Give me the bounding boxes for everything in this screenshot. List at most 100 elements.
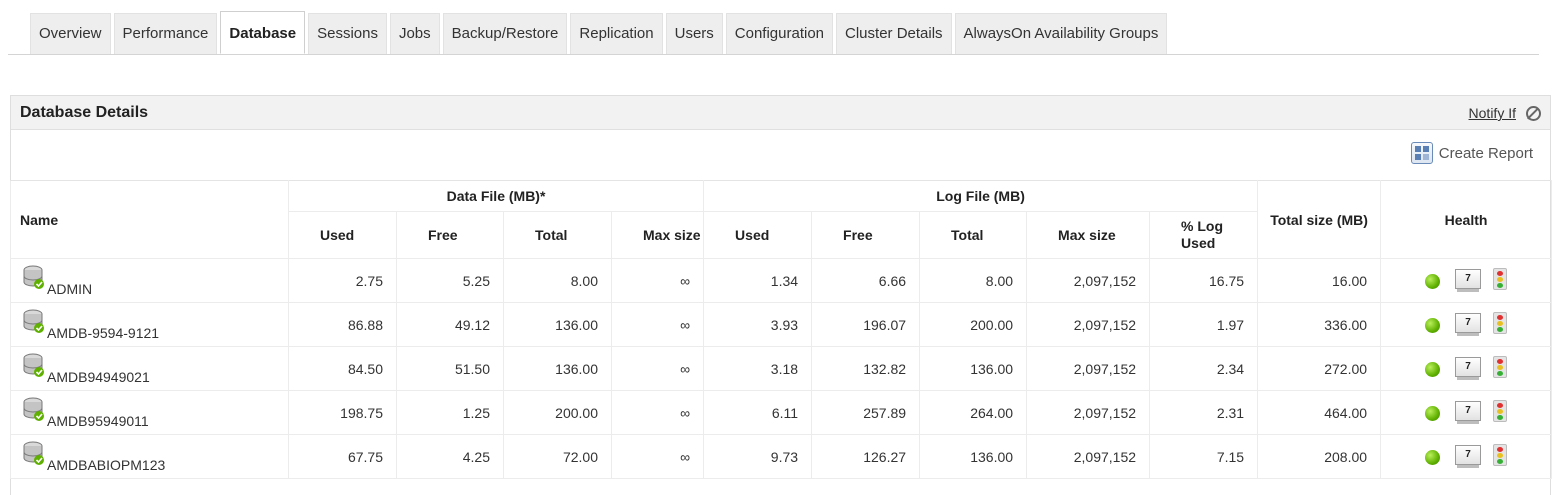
table-row[interactable]: AMDB95949011 198.75 1.25 200.00 ∞ 6.11 257.89 2…	[10, 390, 1553, 435]
health-cell: 7	[1380, 302, 1553, 347]
traffic-light-icon[interactable]	[1493, 444, 1508, 466]
cell-l-total: 136.00	[919, 434, 1028, 479]
block-icon[interactable]	[1526, 106, 1541, 121]
cell-l-total: 200.00	[919, 302, 1028, 347]
cell-d-used: 67.75	[288, 434, 397, 479]
table-row[interactable]: AMDB94949021 84.50 51.50 136.00 ∞ 3.18 132.82 1…	[10, 346, 1553, 391]
column-header-log-total[interactable]: Total	[919, 211, 1028, 259]
tab-database[interactable]: Database	[220, 11, 306, 54]
notify-if-link[interactable]: Notify If	[1469, 105, 1516, 121]
column-header-data-max-size[interactable]: Max size	[610, 211, 705, 259]
report-icon	[1410, 142, 1433, 164]
column-header-data-used[interactable]: Used	[288, 211, 397, 259]
column-header-total-size[interactable]: Total size (MB)	[1257, 180, 1382, 259]
health-status-icon	[1425, 362, 1441, 377]
cell-l-used: 3.93	[703, 302, 813, 347]
tab-users[interactable]: Users	[665, 13, 723, 54]
column-header-log-free[interactable]: Free	[811, 211, 921, 259]
cell-l-used: 1.34	[703, 258, 813, 303]
database-name-cell[interactable]: AMDB95949011	[10, 390, 289, 435]
table-row[interactable]: ADMIN 2.75 5.25 8.00 ∞ 1.34 6.66 8.00 2,097,152 1…	[10, 258, 1553, 303]
history-report-icon[interactable]: 7	[1455, 445, 1482, 468]
cell-d-max: ∞	[610, 302, 705, 347]
database-name-link[interactable]: AMDB94949021	[47, 369, 150, 385]
database-icon	[23, 441, 45, 467]
traffic-light-icon[interactable]	[1493, 312, 1508, 334]
create-report-button[interactable]: Create Report	[1410, 142, 1533, 164]
cell-d-max: ∞	[610, 258, 705, 303]
health-status-icon	[1425, 450, 1441, 465]
cell-d-used: 86.88	[288, 302, 397, 347]
table-row[interactable]: AMDB-9594-9121 86.88 49.12 136.00 ∞ 3.93 196.0…	[10, 302, 1553, 347]
cell-l-total: 136.00	[919, 346, 1028, 391]
column-group-data-file: Data File (MB)*	[287, 180, 705, 212]
history-report-icon[interactable]: 7	[1455, 401, 1482, 424]
cell-d-max: ∞	[610, 390, 705, 435]
history-report-icon[interactable]: 7	[1455, 357, 1482, 380]
database-name-cell[interactable]: AMDBABIOPM123	[10, 434, 289, 479]
cell-l-max: 2,097,152	[1026, 434, 1151, 479]
database-name-link[interactable]: ADMIN	[47, 281, 92, 297]
health-status-icon	[1425, 318, 1441, 333]
cell-total: 464.00	[1257, 390, 1382, 435]
database-icon	[23, 309, 45, 335]
cell-l-pct: 16.75	[1149, 258, 1259, 303]
database-name-link[interactable]: AMDB-9594-9121	[47, 325, 159, 341]
panel-header: Database Details Notify If	[11, 96, 1550, 130]
traffic-light-icon[interactable]	[1493, 268, 1508, 290]
tabs: Overview Performance Database Sessions Jobs B…	[30, 11, 1170, 54]
table-row[interactable]: AMDBABIOPM123 67.75 4.25 72.00 ∞ 9.73 126.27 13…	[10, 434, 1553, 479]
cell-l-free: 132.82	[811, 346, 921, 391]
health-cell: 7	[1380, 346, 1553, 391]
cell-l-max: 2,097,152	[1026, 346, 1151, 391]
traffic-light-icon[interactable]	[1493, 400, 1508, 422]
tab-replication[interactable]: Replication	[570, 13, 663, 54]
history-report-icon[interactable]: 7	[1455, 313, 1482, 336]
database-name-cell[interactable]: AMDB-9594-9121	[10, 302, 289, 347]
column-header-data-total[interactable]: Total	[503, 211, 612, 259]
column-header-health: Health	[1380, 180, 1553, 259]
health-status-icon	[1425, 406, 1441, 421]
column-header-data-free[interactable]: Free	[396, 211, 504, 259]
tab-bar: Overview Performance Database Sessions Jobs B…	[8, 10, 1539, 55]
database-icon	[23, 397, 45, 423]
cell-total: 16.00	[1257, 258, 1382, 303]
database-name-cell[interactable]: ADMIN	[10, 258, 289, 303]
cell-d-total: 200.00	[503, 390, 612, 435]
cell-l-used: 6.11	[703, 390, 813, 435]
database-details-panel: Database Details Notify If Create Report…	[10, 95, 1553, 495]
cell-d-free: 5.25	[396, 258, 504, 303]
database-name-link[interactable]: AMDB95949011	[47, 413, 149, 429]
cell-l-used: 9.73	[703, 434, 813, 479]
traffic-light-icon[interactable]	[1493, 356, 1508, 378]
cell-d-total: 136.00	[503, 302, 612, 347]
tab-performance[interactable]: Performance	[113, 13, 218, 54]
cell-d-free: 51.50	[396, 346, 504, 391]
tab-cluster-details[interactable]: Cluster Details	[836, 13, 952, 54]
tab-alwayson-availability-groups[interactable]: AlwaysOn Availability Groups	[954, 13, 1168, 54]
tab-jobs[interactable]: Jobs	[389, 13, 440, 54]
health-cell: 7	[1380, 434, 1553, 479]
cell-d-free: 49.12	[396, 302, 504, 347]
cell-d-total: 8.00	[503, 258, 612, 303]
cell-d-used: 2.75	[288, 258, 397, 303]
cell-l-pct: 2.34	[1149, 346, 1259, 391]
column-header-log-max-size[interactable]: Max size	[1026, 211, 1151, 259]
health-cell: 7	[1380, 390, 1553, 435]
tab-sessions[interactable]: Sessions	[308, 13, 387, 54]
column-header-log-used[interactable]: Used	[703, 211, 813, 259]
column-header-name[interactable]: Name	[10, 180, 289, 259]
history-report-icon[interactable]: 7	[1455, 269, 1482, 292]
cell-d-free: 1.25	[396, 390, 504, 435]
cell-d-used: 84.50	[288, 346, 397, 391]
cell-d-max: ∞	[610, 346, 705, 391]
cell-l-pct: 1.97	[1149, 302, 1259, 347]
tab-configuration[interactable]: Configuration	[725, 13, 834, 54]
report-row: Create Report	[11, 130, 1550, 180]
tab-backup-restore[interactable]: Backup/Restore	[442, 13, 568, 54]
database-name-cell[interactable]: AMDB94949021	[10, 346, 289, 391]
cell-d-free: 4.25	[396, 434, 504, 479]
database-name-link[interactable]: AMDBABIOPM123	[47, 457, 165, 473]
tab-overview[interactable]: Overview	[30, 13, 111, 54]
column-header-log--log-used[interactable]: % Log Used	[1149, 211, 1259, 259]
